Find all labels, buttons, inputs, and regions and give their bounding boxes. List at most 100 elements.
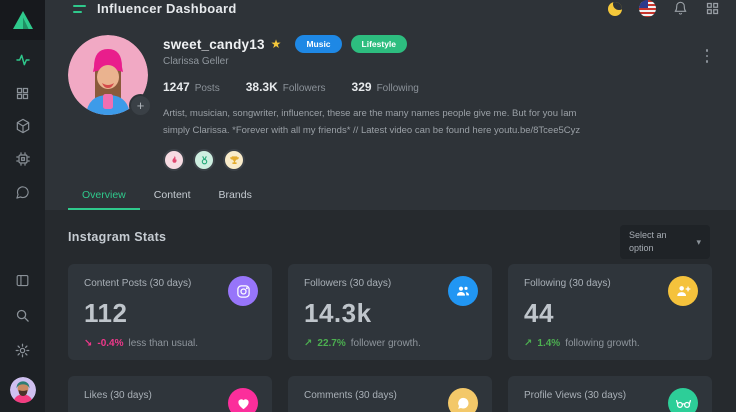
glasses-icon <box>668 388 698 412</box>
sidebar <box>0 0 45 412</box>
topbar: Influencer Dashboard <box>45 0 736 17</box>
delta-value: 1.4% <box>537 338 560 349</box>
app-logo[interactable] <box>0 0 45 40</box>
stat-posts-value: 1247 <box>163 80 190 94</box>
card-following[interactable]: Following (30 days) 44 ↗ 1.4% following … <box>508 264 712 360</box>
gear-icon <box>15 343 30 358</box>
growth-note: follower growth. <box>351 338 421 349</box>
card-value: 112 <box>84 298 256 329</box>
stat-following: 329 Following <box>352 80 419 94</box>
chip-icon <box>15 151 31 167</box>
dark-mode-moon-icon[interactable] <box>608 2 622 16</box>
cube-icon <box>15 118 31 134</box>
profile-info: sweet_candy13 ★ Music Lifestyle Clarissa… <box>163 35 702 171</box>
trophy-badge[interactable] <box>223 149 245 171</box>
sidebar-item-analytics[interactable] <box>15 52 31 68</box>
stat-followers-label: Followers <box>283 83 326 94</box>
bell-icon <box>673 1 688 16</box>
stats-filter-dropdown[interactable]: Select an option ▾ <box>620 225 710 259</box>
page-title: Influencer Dashboard <box>97 1 237 16</box>
tag-lifestyle[interactable]: Lifestyle <box>351 35 408 53</box>
heart-icon <box>228 388 258 412</box>
delta-up-arrow-icon: ↗ <box>524 338 532 349</box>
profile-name-row: sweet_candy13 ★ Music Lifestyle <box>163 35 702 53</box>
profile-username: sweet_candy13 <box>163 37 265 52</box>
sidebar-item-settings[interactable] <box>15 342 31 358</box>
card-comments[interactable]: Comments (30 days) <box>288 376 492 412</box>
dropdown-selected-value: Select an option <box>629 229 681 255</box>
sidebar-item-messages[interactable] <box>15 184 31 200</box>
trophy-icon <box>229 155 240 166</box>
stats-cards-row-1: Content Posts (30 days) 112 ↘ -0.4% less… <box>68 264 712 360</box>
stat-followers-value: 38.3K <box>246 80 278 94</box>
flame-badge[interactable] <box>163 149 185 171</box>
stat-followers: 38.3K Followers <box>246 80 326 94</box>
comment-bubble-icon <box>448 388 478 412</box>
sidebar-nav <box>15 52 31 200</box>
card-value: 14.3k <box>304 298 476 329</box>
profile-bio: Artist, musician, songwriter, influencer… <box>163 106 595 139</box>
delta-up-arrow-icon: ↗ <box>304 338 312 349</box>
medal-badge[interactable] <box>193 149 215 171</box>
card-content-posts[interactable]: Content Posts (30 days) 112 ↘ -0.4% less… <box>68 264 272 360</box>
sidebar-user-avatar[interactable] <box>10 377 36 403</box>
influencer-dashboard-app: Influencer Dashboard <box>0 0 736 412</box>
language-flag-us-icon[interactable] <box>639 0 656 17</box>
delta-value: 22.7% <box>317 338 345 349</box>
grid-icon <box>15 86 30 101</box>
stat-following-label: Following <box>377 83 419 94</box>
card-growth: ↘ -0.4% less than usual. <box>84 338 256 349</box>
stats-cards-row-2: Likes (30 days) Comments (30 days) Profi… <box>68 376 712 412</box>
activity-icon <box>15 52 31 68</box>
apps-grid-icon <box>705 1 720 16</box>
avatar-add-button[interactable]: + <box>129 94 152 117</box>
apps-menu-button[interactable] <box>705 1 720 16</box>
sidebar-item-integrations[interactable] <box>15 151 31 167</box>
profile-badges <box>163 149 702 171</box>
topbar-actions <box>608 0 720 17</box>
delta-value: -0.4% <box>97 338 123 349</box>
stat-following-value: 329 <box>352 80 372 94</box>
stat-posts-label: Posts <box>195 83 220 94</box>
medal-icon <box>199 155 210 166</box>
flag-canton <box>639 0 648 8</box>
stat-posts: 1247 Posts <box>163 80 220 94</box>
triangle-logo-icon <box>12 10 34 30</box>
chevron-down-icon: ▾ <box>696 237 701 248</box>
card-likes[interactable]: Likes (30 days) <box>68 376 272 412</box>
card-followers[interactable]: Followers (30 days) 14.3k ↗ 22.7% follow… <box>288 264 492 360</box>
tag-music[interactable]: Music <box>295 35 341 53</box>
section-heading: Instagram Stats <box>68 230 712 244</box>
flame-icon <box>169 155 180 166</box>
growth-note: less than usual. <box>129 338 199 349</box>
card-value: 44 <box>524 298 696 329</box>
menu-toggle-icon[interactable] <box>73 5 86 13</box>
profile-more-menu[interactable] <box>702 45 713 171</box>
layout-panel-icon <box>15 273 30 288</box>
main-area: Influencer Dashboard <box>45 0 736 412</box>
tab-content[interactable]: Content <box>140 181 205 210</box>
chat-bubble-icon <box>15 185 30 200</box>
profile-header: + sweet_candy13 ★ Music Lifestyle Claris… <box>45 17 736 171</box>
profile-tabs: Overview Content Brands <box>45 181 736 210</box>
instagram-stats-section: Instagram Stats Select an option ▾ Conte… <box>45 210 736 412</box>
sidebar-item-layout[interactable] <box>15 272 31 288</box>
profile-stats: 1247 Posts 38.3K Followers 329 Following <box>163 80 702 94</box>
card-growth: ↗ 1.4% following growth. <box>524 338 696 349</box>
profile-avatar-wrap: + <box>68 35 148 115</box>
sidebar-item-dashboard[interactable] <box>15 85 31 101</box>
tab-brands[interactable]: Brands <box>205 181 266 210</box>
card-growth: ↗ 22.7% follower growth. <box>304 338 476 349</box>
sidebar-item-search[interactable] <box>15 307 31 323</box>
tab-overview[interactable]: Overview <box>68 181 140 210</box>
notifications-button[interactable] <box>673 1 688 16</box>
sidebar-item-products[interactable] <box>15 118 31 134</box>
search-icon <box>15 308 30 323</box>
user-avatar-image <box>10 377 36 403</box>
card-profile-views[interactable]: Profile Views (30 days) <box>508 376 712 412</box>
growth-note: following growth. <box>565 338 639 349</box>
profile-real-name: Clarissa Geller <box>163 56 702 67</box>
delta-down-arrow-icon: ↘ <box>84 338 92 349</box>
star-icon: ★ <box>271 37 282 51</box>
sidebar-footer-nav <box>10 272 36 403</box>
